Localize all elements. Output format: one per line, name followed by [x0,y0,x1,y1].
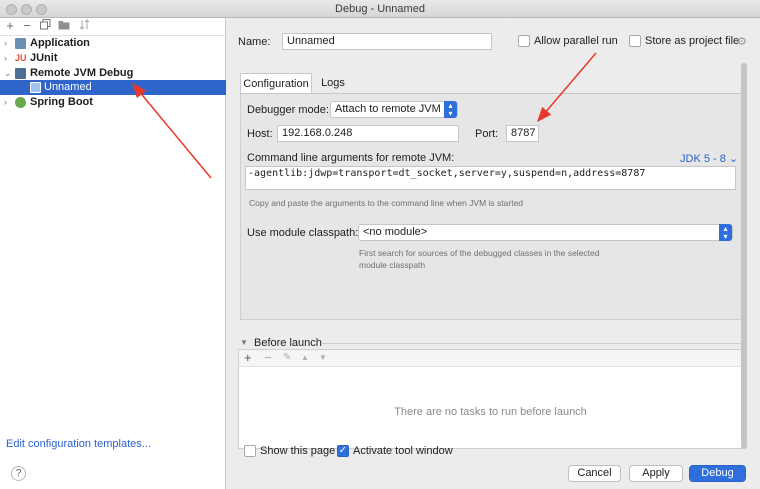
chevron-right-icon[interactable]: › [4,51,12,66]
show-this-page-label: Show this page [260,445,336,457]
edit-task-icon[interactable]: ✎ [283,352,291,363]
debugger-mode-value: Attach to remote JVM [335,103,441,115]
configuration-editor: Name: Unnamed Allow parallel run Store a… [227,18,760,489]
gear-icon[interactable]: ⚙ [737,35,747,48]
remove-task-icon[interactable]: − [264,351,272,364]
chevron-up-down-icon: ▴ ▾ [444,101,457,118]
module-hint-line-2: module classpath [359,260,426,270]
store-as-project-file-checkbox[interactable] [629,35,641,47]
debugger-mode-select[interactable]: Attach to remote JVM ▴ ▾ [330,101,458,118]
module-classpath-label: Use module classpath: [247,227,359,239]
tree-item-label: Unnamed [44,81,92,93]
before-launch-list: + − ✎ ▲ ▼ There are no tasks to run befo… [238,349,743,449]
help-button[interactable]: ? [11,466,26,481]
sidebar-toolbar: + − [0,18,225,36]
configurations-sidebar: + − › Application › JU JUnit ⌄ Remote JV… [0,18,226,489]
debugger-mode-label: Debugger mode: [247,104,329,116]
sort-icon[interactable] [77,19,91,33]
move-down-icon[interactable]: ▼ [319,353,327,362]
tab-configuration[interactable]: Configuration [240,73,312,94]
spring-boot-icon [15,97,26,108]
activate-tool-window-label: Activate tool window [353,445,453,457]
add-icon[interactable]: + [3,19,17,33]
tree-item-label: Remote JVM Debug [30,67,134,79]
activate-tool-window-checkbox[interactable]: ✓ [337,445,349,457]
before-launch-toolbar: + − ✎ ▲ ▼ [239,350,742,367]
section-divider [321,343,742,344]
tree-item-unnamed[interactable]: Unnamed [0,80,226,95]
tree-item-spring-boot[interactable]: › Spring Boot [0,95,226,110]
host-label: Host: [247,128,273,140]
chevron-up-down-icon: ▴ ▾ [719,224,732,241]
module-hint-line-1: First search for sources of the debugged… [359,248,600,258]
tree-item-junit[interactable]: › JU JUnit [0,51,226,66]
port-field[interactable]: 8787 [506,125,539,142]
folder-icon[interactable] [57,19,71,33]
module-classpath-value: <no module> [363,226,428,238]
chevron-down-icon[interactable]: ⌄ [4,66,12,81]
checkmark-icon: ✓ [338,445,348,456]
tree-item-label: JUnit [30,52,58,64]
tree-item-label: Spring Boot [30,96,93,108]
show-this-page-checkbox[interactable] [244,445,256,457]
remove-icon[interactable]: − [20,19,34,33]
apply-button[interactable]: Apply [629,465,683,482]
chevron-right-icon[interactable]: › [4,95,12,110]
copy-icon[interactable] [38,19,52,33]
application-config-icon [15,38,26,49]
jdk-version-selector[interactable]: JDK 5 - 8 ⌄ [680,152,738,165]
remote-debug-icon [15,68,26,79]
store-as-project-file-label: Store as project file [645,35,740,47]
collapse-triangle-icon[interactable]: ▼ [240,338,248,347]
configuration-panel: Debugger mode: Attach to remote JVM ▴ ▾ H… [240,94,742,320]
module-classpath-hint: First search for sources of the debugged… [359,247,600,271]
empty-tasks-message: There are no tasks to run before launch [394,406,587,418]
tab-logs[interactable]: Logs [316,73,350,94]
module-classpath-select[interactable]: <no module> ▴ ▾ [358,224,733,241]
command-line-hint: Copy and paste the arguments to the comm… [249,198,524,208]
window-title: Debug - Unnamed [335,3,425,15]
tree-item-application[interactable]: › Application [0,36,226,51]
cancel-button[interactable]: Cancel [568,465,621,482]
scrollbar[interactable] [741,63,747,449]
jdk-version-label: JDK 5 - 8 [680,153,726,165]
tree-item-remote-jvm-debug[interactable]: ⌄ Remote JVM Debug [0,66,226,81]
add-task-icon[interactable]: + [244,351,252,364]
window-title-bar: Debug - Unnamed [0,0,760,18]
remote-debug-icon [30,82,41,93]
edit-configuration-templates-link[interactable]: Edit configuration templates... [6,438,151,450]
port-label: Port: [475,128,499,140]
debug-button[interactable]: Debug [689,465,746,482]
host-field[interactable]: 192.168.0.248 [277,125,459,142]
allow-parallel-run-checkbox[interactable] [518,35,530,47]
junit-icon: JU [15,53,27,63]
before-launch-label: Before launch [254,337,322,349]
command-line-label: Command line arguments for remote JVM: [247,152,455,164]
command-line-field[interactable]: -agentlib:jdwp=transport=dt_socket,serve… [245,166,736,190]
chevron-right-icon[interactable]: › [4,36,12,51]
name-field[interactable]: Unnamed [282,33,492,50]
move-up-icon[interactable]: ▲ [301,353,309,362]
name-label: Name: [238,36,271,48]
tree-item-label: Application [30,37,90,49]
chevron-down-icon: ⌄ [728,153,739,165]
allow-parallel-run-label: Allow parallel run [534,35,618,47]
